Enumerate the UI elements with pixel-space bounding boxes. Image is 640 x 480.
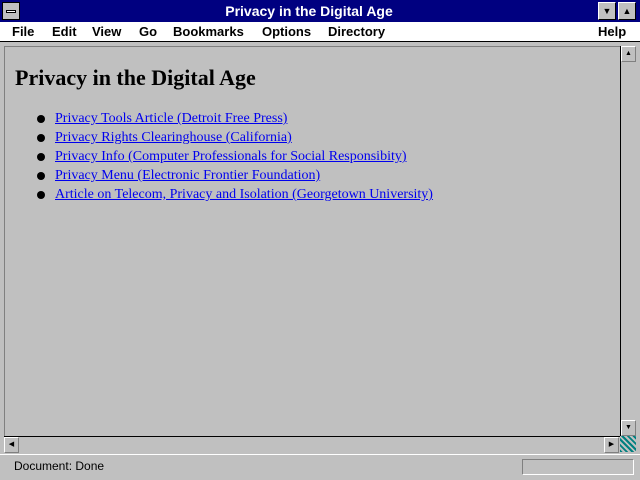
bullet-icon: [37, 134, 45, 142]
menu-file[interactable]: File: [12, 22, 34, 41]
window-title: Privacy in the Digital Age: [225, 3, 393, 19]
system-menu-button[interactable]: [2, 2, 20, 20]
arrow-down-icon: ▼: [625, 424, 632, 431]
menu-directory[interactable]: Directory: [328, 22, 385, 41]
horizontal-scroll-track[interactable]: [20, 437, 604, 452]
link-privacy-menu-eff[interactable]: Privacy Menu (Electronic Frontier Founda…: [55, 168, 320, 184]
link-privacy-tools-article[interactable]: Privacy Tools Article (Detroit Free Pres…: [55, 111, 287, 127]
menu-options[interactable]: Options: [262, 22, 311, 41]
bullet-icon: [37, 153, 45, 161]
menu-bar: File Edit View Go Bookmarks Options Dire…: [0, 22, 640, 42]
status-text: Document: Done: [14, 459, 105, 473]
bullet-icon: [37, 191, 45, 199]
menu-bookmarks[interactable]: Bookmarks: [173, 22, 244, 41]
triangle-up-icon: ▲: [622, 6, 632, 16]
arrow-left-icon: ◀: [8, 441, 15, 448]
vertical-scrollbar[interactable]: ▲ ▼: [620, 46, 636, 436]
menu-view[interactable]: View: [92, 22, 121, 41]
horizontal-scrollbar[interactable]: ◀ ▶: [4, 436, 620, 453]
vertical-scroll-track[interactable]: [621, 62, 636, 420]
arrow-right-icon: ▶: [608, 441, 615, 448]
scroll-right-button[interactable]: ▶: [604, 437, 619, 453]
scroll-left-button[interactable]: ◀: [4, 437, 19, 453]
triangle-down-icon: ▼: [602, 6, 612, 16]
link-telecom-privacy-isolation[interactable]: Article on Telecom, Privacy and Isolatio…: [55, 187, 433, 203]
page-heading: Privacy in the Digital Age: [15, 65, 256, 90]
bullet-icon: [37, 172, 45, 180]
minimize-button[interactable]: ▼: [598, 2, 616, 20]
resize-grip-icon[interactable]: [620, 436, 636, 452]
link-privacy-rights-clearinghouse[interactable]: Privacy Rights Clearinghouse (California…: [55, 130, 292, 146]
progress-field: [522, 459, 634, 475]
menu-help[interactable]: Help: [598, 22, 626, 41]
title-bar: Privacy in the Digital Age ▼ ▲: [0, 0, 640, 22]
arrow-up-icon: ▲: [625, 50, 632, 57]
menu-go[interactable]: Go: [139, 22, 157, 41]
maximize-button[interactable]: ▲: [618, 2, 636, 20]
document-view: Privacy in the Digital Age Privacy Tools…: [4, 46, 620, 436]
scroll-down-button[interactable]: ▼: [621, 420, 636, 436]
bullet-icon: [37, 115, 45, 123]
menu-edit[interactable]: Edit: [52, 22, 77, 41]
scroll-up-button[interactable]: ▲: [621, 46, 636, 62]
system-menu-icon: [6, 10, 16, 13]
status-bar: Document: Done: [0, 454, 640, 480]
link-privacy-info-cpsr[interactable]: Privacy Info (Computer Professionals for…: [55, 149, 407, 165]
